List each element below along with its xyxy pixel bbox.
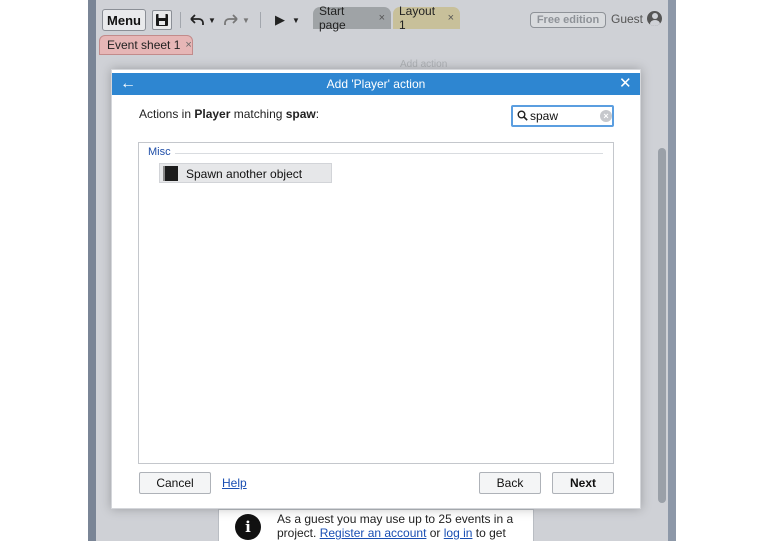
tab-start-page[interactable]: Start page × (313, 4, 391, 32)
info-icon: i (235, 514, 261, 540)
tab-event-sheet-1[interactable]: Event sheet 1 × (99, 35, 193, 55)
search-box[interactable]: × (511, 105, 614, 127)
tab-close-icon[interactable]: × (185, 39, 191, 51)
guest-notice-line2-middle: or (426, 526, 444, 540)
register-account-link[interactable]: Register an account (320, 526, 427, 540)
close-icon[interactable]: ✕ (619, 74, 632, 94)
action-item-label: Spawn another object (186, 167, 303, 181)
save-icon[interactable] (152, 10, 172, 30)
editor-scrollbar[interactable] (658, 148, 666, 503)
group-divider (175, 153, 603, 154)
search-icon (517, 110, 528, 121)
dialog-title: Add 'Player' action (326, 77, 426, 91)
log-in-link[interactable]: log in (444, 526, 473, 540)
dialog-title-bar: Add 'Player' action ← ✕ (112, 73, 640, 95)
group-label-misc: Misc (148, 146, 171, 158)
menu-button[interactable]: Menu (102, 9, 146, 31)
next-button[interactable]: Next (552, 472, 614, 494)
heading-query: spaw (285, 107, 316, 121)
dialog-heading: Actions in Player matching spaw: (139, 107, 319, 121)
guest-notice-text: As a guest you may use up to 25 events i… (277, 512, 527, 540)
tab-label: Start page (319, 4, 346, 32)
heading-prefix: Actions in (139, 107, 195, 121)
user-icon[interactable] (647, 11, 662, 26)
tab-label: Layout 1 (399, 4, 436, 32)
help-link[interactable]: Help (222, 476, 247, 490)
redo-icon[interactable] (222, 10, 240, 30)
editor-left-border (88, 0, 96, 541)
heading-middle: matching (230, 107, 286, 121)
undo-icon[interactable] (188, 10, 206, 30)
heading-suffix: : (315, 107, 320, 121)
editor-right-border (668, 0, 676, 541)
back-button[interactable]: Back (479, 472, 541, 494)
action-item-spawn-another-object[interactable]: Spawn another object (159, 163, 332, 183)
heading-object-name: Player (194, 107, 231, 121)
toolbar-separator (260, 12, 261, 28)
search-input[interactable] (530, 108, 598, 124)
clear-search-icon[interactable]: × (600, 110, 612, 122)
guest-label[interactable]: Guest (611, 12, 643, 26)
app-screen: Menu ▼ ▼ ▶ ▼ Start page × Layout 1 × Fre… (0, 0, 763, 541)
tab-close-icon[interactable]: × (379, 12, 385, 24)
spawn-object-icon (163, 166, 178, 181)
guest-notice-line2-suffix: to get (472, 526, 506, 540)
play-icon[interactable]: ▶ (272, 10, 288, 30)
toolbar-separator (180, 12, 181, 28)
undo-dropdown-icon[interactable]: ▼ (208, 10, 216, 30)
cancel-button[interactable]: Cancel (139, 472, 211, 494)
back-arrow-icon[interactable]: ← (120, 74, 136, 94)
guest-notice: i As a guest you may use up to 25 events… (218, 509, 534, 541)
guest-notice-line1: As a guest you may use up to 25 events i… (277, 512, 514, 526)
play-dropdown-icon[interactable]: ▼ (292, 10, 300, 30)
tab-label: Event sheet 1 (107, 38, 181, 52)
free-edition-badge[interactable]: Free edition (530, 12, 606, 28)
redo-dropdown-icon[interactable]: ▼ (242, 10, 250, 30)
guest-notice-line2-prefix: project. (277, 526, 320, 540)
action-list-panel: Misc Spawn another object (138, 142, 614, 464)
add-action-dialog: Add 'Player' action ← ✕ Actions in Playe… (111, 69, 641, 509)
tab-layout-1[interactable]: Layout 1 × (393, 4, 460, 32)
tab-close-icon[interactable]: × (448, 12, 454, 24)
